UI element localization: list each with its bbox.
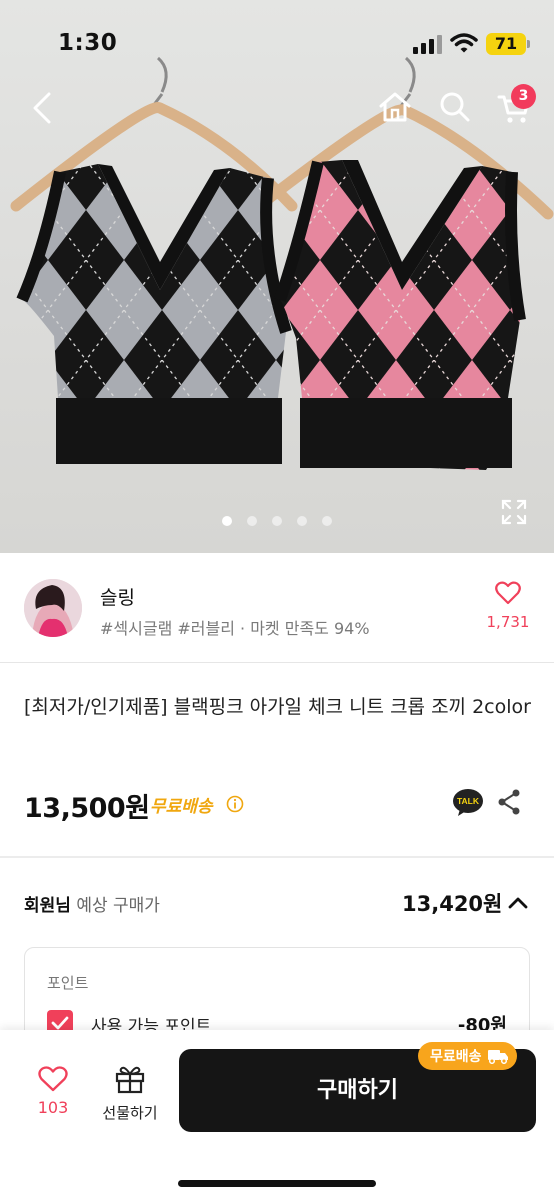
gallery-pagination bbox=[222, 516, 332, 526]
heart-icon bbox=[38, 1066, 68, 1092]
back-button[interactable] bbox=[22, 86, 62, 130]
info-icon[interactable] bbox=[226, 795, 244, 813]
seller-avatar[interactable] bbox=[24, 579, 82, 637]
cart-count-badge: 3 bbox=[511, 84, 536, 109]
heart-icon bbox=[495, 581, 521, 605]
member-label-rest: 예상 구매가 bbox=[70, 896, 160, 916]
search-icon bbox=[440, 92, 470, 122]
product-title: [최저가/인기제품] 블랙핑크 아가일 체크 니트 크롭 조끼 2color bbox=[24, 696, 531, 718]
product-price: 13,500원 bbox=[24, 793, 150, 824]
kakao-talk-label: TALK bbox=[457, 796, 480, 806]
home-button[interactable] bbox=[374, 86, 416, 128]
home-icon bbox=[379, 92, 411, 122]
points-title: 포인트 bbox=[47, 974, 89, 992]
free-shipping-badge: 무료배송 bbox=[418, 1042, 517, 1070]
member-price-value: 13,420원 bbox=[402, 892, 503, 916]
wifi-icon bbox=[450, 33, 478, 53]
chevron-up-icon[interactable] bbox=[506, 892, 530, 914]
member-price-label: 회원님 예상 구매가 bbox=[24, 891, 160, 916]
cellular-signal-icon bbox=[413, 35, 442, 54]
product-image-gallery[interactable]: 1:30 71 3 bbox=[0, 0, 554, 553]
bottom-action-bar: 103 선물하기 구매하기 무료배송 bbox=[0, 1030, 554, 1200]
gift-icon bbox=[115, 1066, 145, 1094]
chevron-left-icon bbox=[33, 92, 51, 124]
seller-tags: #섹시글램 #러블리 · 마켓 만족도 94% bbox=[100, 619, 370, 638]
expand-icon[interactable] bbox=[500, 498, 528, 526]
grey-vest bbox=[16, 164, 292, 464]
share-icon bbox=[498, 789, 520, 815]
product-like-button[interactable]: 103 bbox=[30, 1066, 76, 1117]
member-label-bold: 회원님 bbox=[24, 896, 71, 916]
seller-section[interactable]: 슬링 #섹시글램 #러블리 · 마켓 만족도 94% 1,731 bbox=[0, 553, 554, 663]
gallery-dot[interactable] bbox=[272, 516, 282, 526]
kakao-talk-icon: TALK bbox=[453, 789, 483, 816]
avatar-image bbox=[24, 579, 82, 637]
seller-like-button[interactable]: 1,731 bbox=[486, 581, 530, 641]
battery-indicator: 71 bbox=[486, 33, 526, 55]
delivery-truck-icon bbox=[487, 1050, 508, 1064]
gallery-dot-active[interactable] bbox=[222, 516, 232, 526]
pink-vest bbox=[274, 160, 526, 470]
seller-name[interactable]: 슬링 bbox=[100, 583, 135, 610]
status-time: 1:30 bbox=[58, 30, 118, 56]
search-button[interactable] bbox=[434, 86, 476, 128]
free-shipping-label: 무료배송 bbox=[150, 797, 213, 817]
section-divider bbox=[0, 856, 554, 858]
status-bar: 1:30 71 bbox=[0, 0, 554, 80]
free-shipping-badge-label: 무료배송 bbox=[430, 1049, 482, 1065]
product-photo bbox=[10, 56, 554, 470]
gift-button[interactable]: 선물하기 bbox=[96, 1064, 164, 1123]
gallery-dot[interactable] bbox=[297, 516, 307, 526]
home-indicator bbox=[178, 1180, 376, 1187]
gallery-dot[interactable] bbox=[322, 516, 332, 526]
share-button[interactable] bbox=[496, 788, 522, 816]
product-like-count: 103 bbox=[37, 1098, 69, 1117]
gift-label: 선물하기 bbox=[102, 1104, 158, 1122]
battery-tip bbox=[527, 40, 530, 48]
kakao-talk-button[interactable]: TALK bbox=[452, 788, 484, 818]
gallery-dot[interactable] bbox=[247, 516, 257, 526]
seller-like-count: 1,731 bbox=[486, 613, 530, 631]
